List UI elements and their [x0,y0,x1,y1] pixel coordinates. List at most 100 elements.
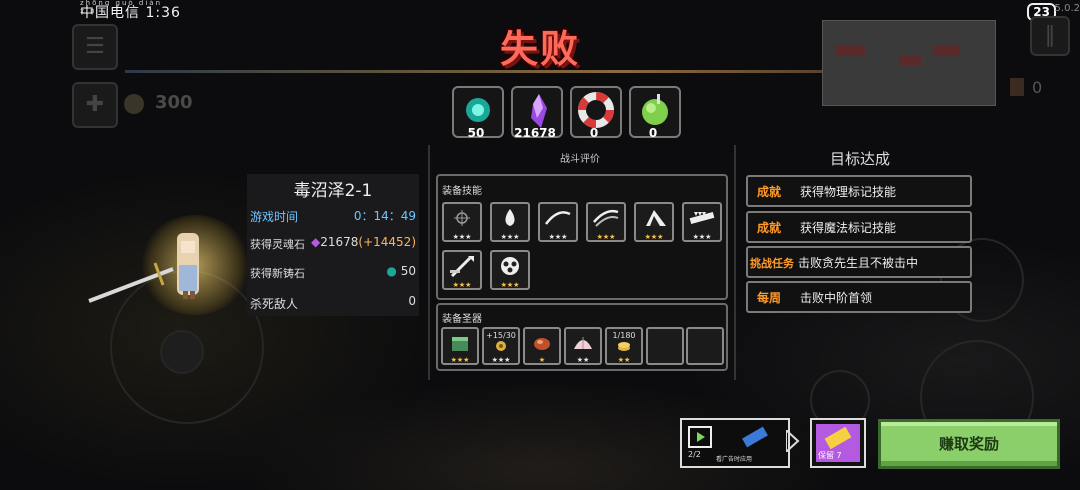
goal-item: 每周 击败中阶首领 [746,281,972,313]
flame-drop-icon [505,209,515,226]
skill-stars: ★★★ [692,233,712,241]
soul-value: 21678 [320,235,359,249]
relic-slot[interactable]: 1/180 ★★ [605,327,643,365]
skill-slot[interactable]: ★★★ [538,202,578,242]
crosshair-icon [454,210,470,226]
joystick-knob [160,330,204,374]
forge-label: 获得新铸石 [250,267,305,280]
wing-blade-icon [646,210,666,226]
game-time-value: 0：14：49 [353,209,416,223]
stat-row-time: 游戏时间 0：14：49 [250,205,416,227]
forge-value-group: ● 50 [386,264,416,278]
skill-slot[interactable]: ★★★ [442,250,482,290]
relic-count: 1/180 [612,331,636,340]
resource-value: 50 [467,126,485,140]
result-title: 失败 [499,27,580,71]
soul-crystal-icon: ◆ [310,235,321,249]
slash-arc-icon [545,211,571,225]
dpad-icon: ✚ [72,82,118,128]
green-box-icon [452,337,468,351]
double-slash-icon [593,209,619,227]
gold-ticket-icon [824,426,852,450]
relic-slot[interactable]: ★★ [564,327,602,365]
skill-slot[interactable]: ★★★ [490,202,530,242]
divider-left [428,145,430,380]
ad-count: 2/2 [688,450,701,459]
goal-tag: 成就 [757,185,782,199]
soul-gain: (+14452) [358,235,416,249]
arrow-right-icon [786,430,800,452]
goal-text: 击败中阶首领 [800,291,873,305]
keep-ticket-button[interactable]: 保留 7 [810,418,866,468]
relic-count: +15/30 [486,331,516,340]
goal-tag: 成就 [757,221,782,235]
watch-ad-box[interactable]: 2/2 看广告时应用 [680,418,790,468]
orb-shield-icon [501,257,519,275]
stage-name: 毒沼泽2-1 [293,181,373,201]
goal-tag: 挑战任务 [750,257,794,270]
keep-count: 7 [836,451,842,460]
forge-value: 50 [400,264,416,278]
relic-slot-empty[interactable] [686,327,724,365]
skill-stars: ★★★ [500,233,520,241]
goal-tag: 每周 [757,291,782,305]
side-count: 0 [1032,78,1043,97]
skill-slot[interactable]: ★★★ [634,202,674,242]
skill-stars: ★★★ [644,233,664,241]
stat-row-kills: 杀死敌人 0 [250,292,416,314]
blue-ticket-icon [742,426,768,448]
resource-value: 21678 [514,126,556,140]
skill-stars: ★★★ [452,281,472,289]
relic-stars: ★ [538,356,546,364]
keep-ticket-text: 保留 7 [818,450,842,461]
skill-stars: ★★★ [596,233,616,241]
potion-icon [1010,78,1024,96]
goal-item: 成就 获得魔法标记技能 [746,211,972,243]
shell-icon [574,337,592,349]
relic-slot[interactable]: ★ [523,327,561,365]
skill-slot[interactable]: ★★★ [490,250,530,290]
relic-slot[interactable]: ★★★ [441,327,479,365]
relic-slot[interactable]: +15/30 ★★★ [482,327,520,365]
film-play-icon [688,426,712,448]
skill-stars: ★★★ [500,281,520,289]
version-label: 5.0.2 [1054,3,1080,14]
skill-slot[interactable]: ★★★ [442,202,482,242]
kills-value: 0 [408,294,416,308]
spiked-bone-icon [689,211,715,225]
ad-label: 看广告时应用 [716,456,753,463]
soul-label: 获得灵魂石 [250,238,305,251]
relic-slot-empty[interactable] [646,327,684,365]
stat-row-forge: 获得新铸石 ● 50 [250,262,416,284]
relic-stars: ★★ [617,356,631,364]
goals-title: 目标达成 [829,150,890,168]
divider-right [734,145,736,380]
soul-value-group: ◆21678(+14452) [311,235,416,249]
kills-label: 杀死敌人 [250,297,299,311]
resource-value: 0 [589,126,599,140]
goal-text: 击败贪先生且不被击中 [798,256,919,270]
goal-text: 获得物理标记技能 [800,185,897,199]
goal-item: 挑战任务 击败贪先生且不被击中 [746,246,972,278]
sword-up-icon [450,256,474,278]
carrier-pinyin: zhōng guó diàn xìn [80,0,163,15]
relic-stars: ★★ [576,356,590,364]
goal-item: 成就 获得物理标记技能 [746,175,972,207]
game-time-label: 游戏时间 [250,210,299,224]
relics-label: 装备圣器 [442,314,482,325]
skill-stars: ★★★ [452,233,472,241]
skills-label: 装备技能 [442,186,482,197]
skill-stars: ★★★ [548,233,568,241]
stat-row-soul: 获得灵魂石 ◆21678(+14452) [250,233,416,255]
keep-label: 保留 [818,451,834,460]
battle-eval-label: 战斗评价 [560,154,600,165]
claim-reward-button[interactable]: 赚取奖励 [878,419,1060,469]
goal-text: 获得魔法标记技能 [800,221,897,235]
resource-value: 0 [648,126,658,140]
skill-slot[interactable]: ★★★ [682,202,722,242]
forge-gem-icon: ● [386,264,397,278]
relic-stars: ★★★ [491,356,511,364]
coin-count: 300 [155,92,193,113]
skill-slot[interactable]: ★★★ [586,202,626,242]
meat-icon [534,338,550,350]
